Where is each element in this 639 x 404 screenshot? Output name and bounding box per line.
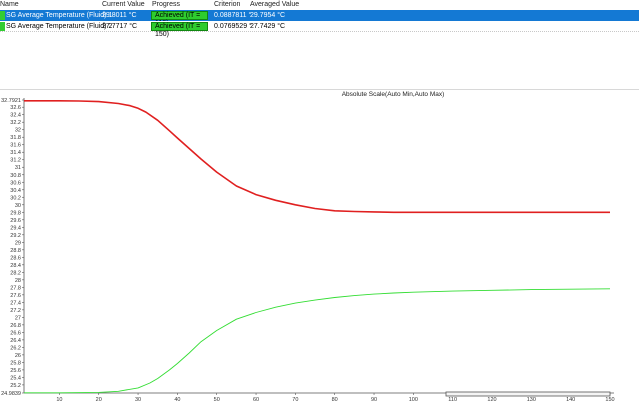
y-tick-label: 29.8 [10,210,21,216]
y-tick-label: 27.2 [10,308,21,314]
y-tick-label: 26.8 [10,323,21,329]
y-tick-label: 28.8 [10,248,21,254]
y-tick-label: 25.4 [10,375,21,381]
y-tick-label: 27.8 [10,285,21,291]
y-tick-label: 27.4 [10,300,21,306]
y-tick-label: 31.4 [10,150,21,156]
x-tick-label: 150 [605,397,614,403]
x-tick-label: 80 [332,397,338,403]
y-tick-label: 32.6 [10,105,21,111]
y-tick-label: 26.6 [10,330,21,336]
y-tick-label: 30.8 [10,173,21,179]
y-tick-label: 32.7921 [1,98,21,104]
horizontal-scrollbar[interactable] [445,391,611,397]
y-tick-label: 29.4 [10,225,21,231]
monitor-chart: Absolute Scale(Auto Min,Auto Max) 32.792… [0,89,639,403]
x-tick-label: 100 [409,397,418,403]
y-tick-label: 32.4 [10,113,21,119]
x-tick-label: 90 [371,397,377,403]
x-tick-label: 60 [253,397,259,403]
x-tick-label: 10 [56,397,62,403]
y-tick-label: 31.6 [10,143,21,149]
series-line-2 [24,288,611,394]
y-tick-label: 28.4 [10,263,21,269]
x-tick-label: 140 [566,397,575,403]
y-tick-label: 30.4 [10,188,21,194]
y-tick-label: 30.6 [10,180,21,186]
y-tick-label: 26 [15,353,21,359]
y-tick-label: 27 [15,315,21,321]
x-tick-label: 110 [448,397,457,403]
y-tick-label: 28 [15,278,21,284]
y-tick-label: 32 [15,128,21,134]
x-tick-label: 50 [214,397,220,403]
y-tick-label: 26.2 [10,345,21,351]
y-tick-label: 31.2 [10,158,21,164]
y-tick-label: 31.8 [10,135,21,141]
y-tick-label: 24.9839 [1,391,21,397]
x-tick-label: 120 [487,397,496,403]
y-tick-label: 27.6 [10,293,21,299]
y-tick-label: 26.4 [10,338,21,344]
y-tick-label: 32.2 [10,120,21,126]
series-line-1 [24,100,610,214]
y-tick-label: 30.2 [10,195,21,201]
x-tick-label: 20 [96,397,102,403]
y-tick-label: 29.2 [10,233,21,239]
y-tick-label: 25.2 [10,383,21,389]
x-tick-label: 130 [527,397,536,403]
y-tick-label: 30 [15,203,21,209]
y-tick-label: 25.6 [10,368,21,374]
y-tick-label: 31 [15,165,21,171]
y-tick-label: 28.2 [10,270,21,276]
y-tick-label: 28.6 [10,255,21,261]
y-tick-label: 25.8 [10,360,21,366]
x-tick-label: 30 [135,397,141,403]
chart-title: Absolute Scale(Auto Min,Auto Max) [342,91,445,98]
y-tick-label: 29 [15,240,21,246]
x-tick-label: 40 [174,397,180,403]
x-tick-label: 70 [292,397,298,403]
y-tick-label: 29.6 [10,218,21,224]
